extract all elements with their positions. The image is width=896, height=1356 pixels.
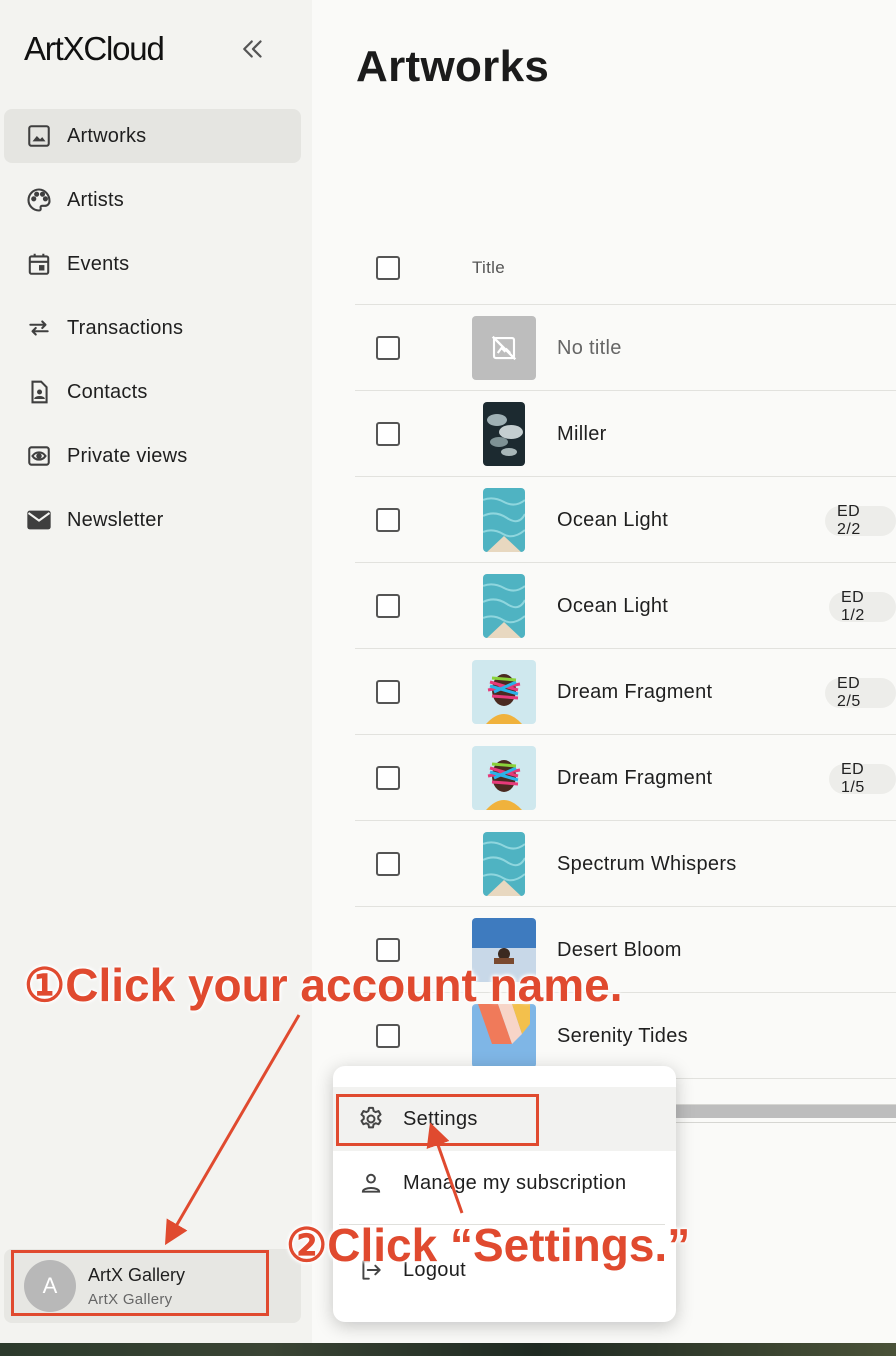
table-row[interactable]: Dream Fragment ED 1/5	[355, 735, 896, 821]
calendar-icon	[24, 249, 54, 279]
edition-badge: ED 2/2	[825, 503, 896, 538]
annotation-step-1: ①Click your account name.	[24, 959, 623, 1011]
table-row[interactable]: Ocean Light ED 2/2	[355, 477, 896, 563]
artwork-title: No title	[557, 337, 622, 359]
artwork-thumbnail	[472, 660, 536, 724]
person-icon	[356, 1168, 386, 1198]
table-row[interactable]: Miller	[355, 391, 896, 477]
table-row[interactable]: No title	[355, 305, 896, 391]
table-header: Title	[355, 224, 896, 305]
sidebar-item-artists[interactable]: Artists	[4, 173, 301, 227]
artwork-thumbnail	[483, 402, 525, 466]
collapse-sidebar-icon[interactable]	[238, 34, 268, 64]
sidebar-item-label: Contacts	[67, 380, 148, 403]
row-checkbox[interactable]	[376, 336, 400, 360]
logo-text-art: Art	[24, 30, 64, 67]
sidebar-item-label: Artists	[67, 188, 124, 211]
artwork-title: Miller	[557, 423, 607, 445]
row-checkbox[interactable]	[376, 594, 400, 618]
sidebar-item-artworks[interactable]: Artworks	[4, 109, 301, 163]
mail-icon	[24, 505, 54, 535]
row-checkbox[interactable]	[376, 508, 400, 532]
sidebar-item-newsletter[interactable]: Newsletter	[4, 493, 301, 547]
table-row[interactable]: Spectrum Whispers	[355, 821, 896, 907]
sidebar-item-contacts[interactable]: Contacts	[4, 365, 301, 419]
table-row[interactable]: Ocean Light ED 1/2	[355, 563, 896, 649]
select-all-checkbox[interactable]	[376, 256, 400, 280]
table-row[interactable]: Dream Fragment ED 2/5	[355, 649, 896, 735]
artwork-thumbnail	[483, 574, 525, 638]
logo-text-x: X	[62, 30, 85, 67]
row-checkbox[interactable]	[376, 766, 400, 790]
sidebar-item-private-views[interactable]: Private views	[4, 429, 301, 483]
no-image-icon	[472, 316, 536, 380]
row-checkbox[interactable]	[376, 680, 400, 704]
menu-item-label: Manage my subscription	[403, 1171, 627, 1194]
artwork-title: Spectrum Whispers	[557, 853, 737, 875]
artwork-thumbnail	[483, 488, 525, 552]
row-checkbox[interactable]	[376, 1024, 400, 1048]
artwork-thumbnail	[472, 1004, 536, 1068]
edition-badge: ED 1/5	[829, 761, 896, 796]
contact-card-icon	[24, 377, 54, 407]
artwork-title: Serenity Tides	[557, 1025, 688, 1047]
desktop-background	[0, 1343, 896, 1356]
artwork-thumbnail	[483, 832, 525, 896]
edition-badge: ED 2/5	[825, 675, 896, 710]
artwork-title: Ocean Light	[557, 595, 669, 617]
menu-item-manage-subscription[interactable]: Manage my subscription	[333, 1151, 676, 1215]
row-checkbox[interactable]	[376, 422, 400, 446]
sidebar-item-label: Transactions	[67, 316, 184, 339]
sidebar-item-label: Private views	[67, 444, 188, 467]
eye-icon	[24, 441, 54, 471]
row-checkbox[interactable]	[376, 852, 400, 876]
edition-badge: ED 1/2	[829, 589, 896, 624]
column-header-title[interactable]: Title	[472, 258, 505, 278]
artwork-title: Ocean Light	[557, 509, 669, 531]
artworks-table: Title No title Miller Ocean Light ED 2/2	[355, 224, 896, 1079]
sidebar-item-label: Events	[67, 252, 130, 275]
palette-icon	[24, 185, 54, 215]
sidebar-item-label: Newsletter	[67, 508, 164, 531]
sidebar: ArtXCloud Artworks Artists Events Transa…	[0, 0, 312, 1343]
artwork-thumbnail	[472, 746, 536, 810]
sidebar-item-transactions[interactable]: Transactions	[4, 301, 301, 355]
annotation-highlight-account	[11, 1250, 269, 1316]
sidebar-item-events[interactable]: Events	[4, 237, 301, 291]
logo-text-cloud: Cloud	[83, 30, 164, 67]
annotation-step-2: ②Click “Settings.”	[286, 1219, 691, 1271]
annotation-highlight-settings	[336, 1094, 539, 1146]
artwork-title: Dream Fragment	[557, 681, 713, 703]
page-title: Artworks	[356, 42, 550, 91]
artxcloud-logo[interactable]: ArtXCloud	[24, 30, 165, 68]
sidebar-item-label: Artworks	[67, 124, 147, 147]
image-icon	[24, 121, 54, 151]
artwork-title: Dream Fragment	[557, 767, 713, 789]
swap-arrows-icon	[24, 313, 54, 343]
